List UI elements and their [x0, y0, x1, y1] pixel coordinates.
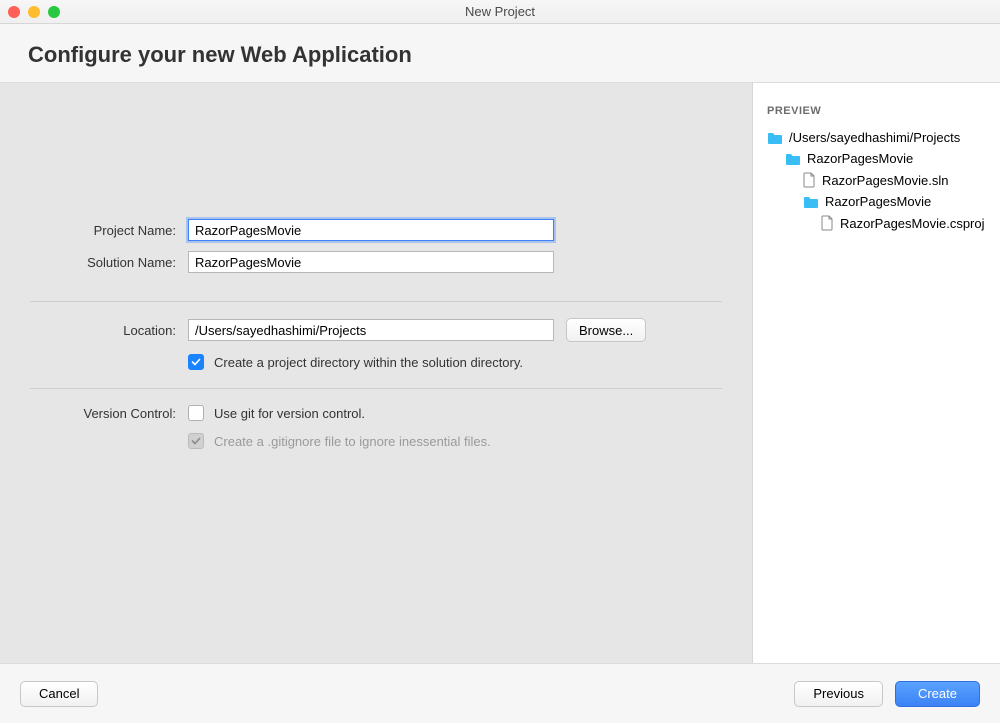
- location-input[interactable]: [188, 319, 554, 341]
- folder-icon: [785, 152, 801, 166]
- preview-title: PREVIEW: [767, 105, 986, 117]
- tree-project-label: RazorPagesMovie: [807, 151, 913, 166]
- project-name-input[interactable]: [188, 219, 554, 241]
- close-window-icon[interactable]: [8, 6, 20, 18]
- main-panel: Project Name: Solution Name: Location: B…: [0, 83, 752, 663]
- solution-name-label: Solution Name:: [30, 255, 188, 270]
- file-icon: [821, 215, 834, 231]
- use-git-label: Use git for version control.: [214, 406, 365, 421]
- gitignore-row: Create a .gitignore file to ignore iness…: [30, 433, 722, 449]
- solution-name-row: Solution Name:: [30, 251, 722, 273]
- content-area: Project Name: Solution Name: Location: B…: [0, 83, 1000, 663]
- project-name-label: Project Name:: [30, 223, 188, 238]
- tree-sln-label: RazorPagesMovie.sln: [822, 173, 948, 188]
- footer: Cancel Previous Create: [0, 663, 1000, 723]
- header: Configure your new Web Application: [0, 24, 1000, 83]
- version-control-row: Version Control: Use git for version con…: [30, 405, 722, 421]
- tree-sln-file: RazorPagesMovie.sln: [767, 169, 986, 191]
- location-label: Location:: [30, 323, 188, 338]
- create-dir-label: Create a project directory within the so…: [214, 355, 523, 370]
- gitignore-label: Create a .gitignore file to ignore iness…: [214, 434, 491, 449]
- folder-icon: [803, 195, 819, 209]
- page-title: Configure your new Web Application: [28, 42, 972, 68]
- create-button[interactable]: Create: [895, 681, 980, 707]
- minimize-window-icon[interactable]: [28, 6, 40, 18]
- tree-root-label: /Users/sayedhashimi/Projects: [789, 130, 960, 145]
- file-icon: [803, 172, 816, 188]
- project-name-row: Project Name:: [30, 219, 722, 241]
- folder-icon: [767, 131, 783, 145]
- version-control-label: Version Control:: [30, 406, 188, 421]
- tree-csproj-file: RazorPagesMovie.csproj: [767, 212, 986, 234]
- title-bar: New Project: [0, 0, 1000, 24]
- create-dir-row: Create a project directory within the so…: [30, 354, 722, 370]
- cancel-button[interactable]: Cancel: [20, 681, 98, 707]
- preview-tree: /Users/sayedhashimi/Projects RazorPagesM…: [767, 127, 986, 234]
- tree-csproj-label: RazorPagesMovie.csproj: [840, 216, 985, 231]
- window-controls: [8, 6, 60, 18]
- tree-root-folder: /Users/sayedhashimi/Projects: [767, 127, 986, 148]
- tree-inner-label: RazorPagesMovie: [825, 194, 931, 209]
- fullscreen-window-icon[interactable]: [48, 6, 60, 18]
- create-dir-checkbox[interactable]: [188, 354, 204, 370]
- version-control-group: Version Control: Use git for version con…: [30, 389, 722, 467]
- browse-button[interactable]: Browse...: [566, 318, 646, 342]
- gitignore-checkbox: [188, 433, 204, 449]
- location-group: Location: Browse... Create a project dir…: [30, 302, 722, 388]
- window-title: New Project: [0, 4, 1000, 19]
- tree-inner-folder: RazorPagesMovie: [767, 191, 986, 212]
- use-git-checkbox[interactable]: [188, 405, 204, 421]
- previous-button[interactable]: Previous: [794, 681, 883, 707]
- tree-project-folder: RazorPagesMovie: [767, 148, 986, 169]
- location-row: Location: Browse...: [30, 318, 722, 342]
- solution-name-input[interactable]: [188, 251, 554, 273]
- preview-panel: PREVIEW /Users/sayedhashimi/Projects Raz…: [752, 83, 1000, 663]
